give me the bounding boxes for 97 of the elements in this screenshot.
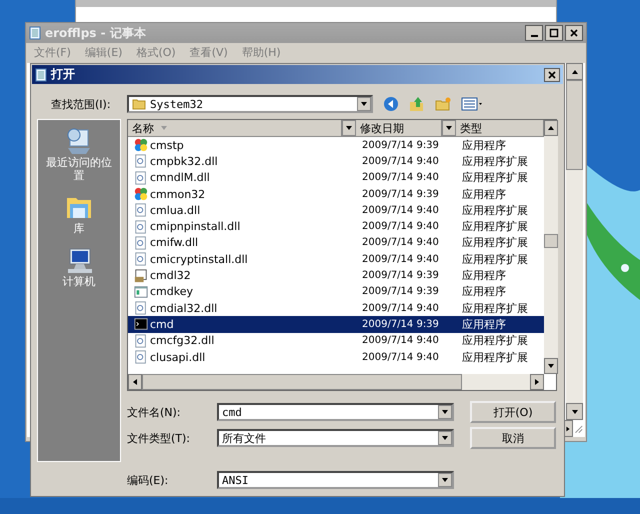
file-name: cmndlM.dll: [150, 171, 210, 184]
type-cell-text: 应用程序扩展: [461, 202, 529, 218]
type-cell-text: 应用程序扩展: [461, 219, 529, 234]
file-name: cmipnpinstall.dll: [150, 220, 240, 234]
sort-arrow-icon: [160, 125, 168, 131]
minimize-button[interactable]: [525, 25, 543, 41]
dll-file-icon: [134, 220, 148, 234]
field-label: 文件名(N):: [127, 404, 182, 420]
minimize-icon: [530, 35, 538, 37]
scrollbar-thumb[interactable]: [566, 80, 583, 170]
scroll-down-button[interactable]: [566, 403, 583, 420]
place-label[interactable]: 计算机: [43, 275, 115, 288]
app-file-icon: [134, 187, 148, 202]
dropdown-field[interactable]: 所有文件: [217, 429, 454, 447]
file-name: cmcfg32.dll: [150, 334, 214, 348]
close-button[interactable]: [544, 68, 560, 82]
view-menu-icon[interactable]: [461, 96, 485, 112]
date-cell-text: 2009/7/14 9:40: [361, 156, 440, 167]
file-name: cmstp: [150, 138, 184, 152]
date-cell-text: 2009/7/14 9:40: [361, 237, 440, 248]
column-dropdown-button[interactable]: [442, 120, 456, 136]
dll-file-icon: [134, 252, 148, 266]
type-cell-text: 应用程序: [461, 316, 507, 332]
folder-icon: [132, 98, 146, 110]
field-label: 编码(E):: [127, 472, 170, 488]
notepad-icon: [29, 26, 41, 40]
date-cell-text: 2009/7/14 9:39: [361, 188, 440, 200]
date-cell-text: 2009/7/14 9:40: [361, 204, 440, 216]
date-cell-text: 2009/7/14 9:39: [361, 286, 440, 298]
window-title: erofflps - 记事本: [45, 24, 147, 42]
column-dropdown-button[interactable]: [342, 120, 356, 136]
file-name: cmicryptinstall.dll: [150, 252, 248, 266]
dll-file-icon: [134, 170, 148, 185]
close-icon: [547, 70, 557, 80]
date-cell-text: 2009/7/14 9:39: [361, 318, 440, 330]
maximize-button[interactable]: [545, 25, 563, 41]
setup-file-icon: [134, 268, 148, 283]
scroll-up-button[interactable]: [566, 63, 583, 80]
console-file-icon: [134, 317, 148, 332]
file-name: cmlua.dll: [150, 204, 200, 217]
dll-file-icon: [134, 301, 148, 316]
window-file-icon: [134, 284, 148, 299]
scroll-up-button[interactable]: [544, 120, 558, 136]
look-in-dropdown[interactable]: System32: [127, 95, 373, 113]
type-cell-text: 应用程序扩展: [461, 154, 529, 169]
type-cell-text: 应用程序: [461, 138, 507, 153]
scrollbar-thumb[interactable]: [544, 234, 558, 248]
type-cell-text: 应用程序扩展: [461, 300, 529, 316]
scroll-left-button[interactable]: [128, 374, 142, 390]
open-button[interactable]: 打开(O): [470, 401, 556, 423]
maximize-icon: [549, 28, 559, 38]
dropdown-field[interactable]: cmd: [217, 403, 454, 421]
date-cell-text: 2009/7/14 9:39: [361, 270, 440, 282]
scroll-right-button[interactable]: [530, 374, 544, 390]
date-cell-text: 2009/7/14 9:40: [361, 302, 440, 314]
dropdown-field[interactable]: ANSI: [217, 471, 454, 489]
file-name: cmmon32: [150, 188, 206, 201]
file-name: cmd: [150, 318, 174, 331]
scroll-down-button[interactable]: [544, 358, 558, 374]
place-label[interactable]: 最近访问的位置: [43, 156, 115, 182]
file-name: cmpbk32.dll: [150, 154, 218, 168]
file-name: cmifw.dll: [150, 236, 198, 250]
type-cell-text: 应用程序: [461, 186, 507, 202]
cancel-button[interactable]: 取消: [470, 427, 556, 449]
notepad-icon: [35, 68, 47, 82]
type-cell-text: 应用程序扩展: [461, 170, 529, 186]
selected-row-highlight[interactable]: cmd 2009/7/14 9:39 应用程序: [128, 316, 544, 333]
dll-file-icon: [134, 334, 148, 348]
place-label[interactable]: 库: [43, 222, 115, 235]
dll-file-icon: [134, 203, 148, 218]
date-cell-text: 2009/7/14 9:40: [361, 352, 440, 362]
file-name: cmdial32.dll: [150, 302, 218, 315]
dialog-title: 打开: [51, 66, 76, 83]
date-cell-text: 2009/7/14 9:40: [361, 172, 440, 184]
type-cell-text: 应用程序: [461, 268, 507, 284]
file-name: clusapi.dll: [150, 350, 206, 364]
close-button[interactable]: [565, 25, 583, 41]
dll-file-icon: [134, 350, 148, 364]
look-in-label: 查找范围(I):: [51, 96, 112, 112]
type-cell-text: 应用程序扩展: [461, 333, 529, 348]
dll-file-icon: [134, 154, 148, 168]
type-cell-text: 应用程序扩展: [461, 252, 529, 267]
date-cell-text: 2009/7/14 9:39: [361, 140, 440, 151]
field-label: 文件类型(T):: [127, 430, 192, 446]
file-name: cmdkey: [150, 285, 194, 298]
type-cell-text: 应用程序: [461, 284, 507, 300]
scrollbar-thumb[interactable]: [142, 374, 462, 390]
back-icon[interactable]: [383, 96, 399, 112]
date-cell-text: 2009/7/14 9:40: [361, 254, 440, 265]
dll-file-icon: [134, 236, 148, 250]
close-icon: [569, 28, 579, 38]
date-cell-text: 2009/7/14 9:40: [361, 221, 440, 232]
type-cell-text: 应用程序扩展: [461, 235, 529, 250]
date-cell-text: 2009/7/14 9:40: [361, 335, 440, 346]
file-name: cmdl32: [150, 269, 191, 282]
type-cell-text: 应用程序扩展: [461, 350, 529, 364]
app-file-icon: [134, 138, 148, 152]
